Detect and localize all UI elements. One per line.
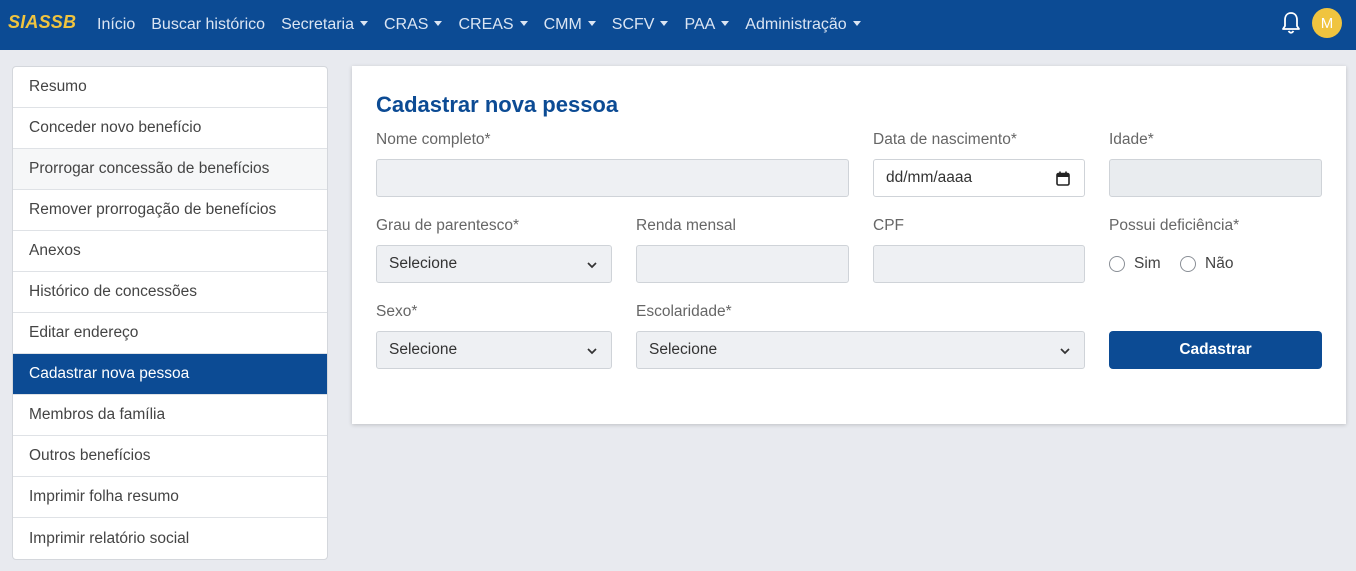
nav-dropdown-creas[interactable]: CREAS — [450, 16, 535, 34]
sidebar-item-imprimir-folha[interactable]: Imprimir folha resumo — [13, 477, 327, 518]
data-nascimento-label: Data de nascimento* — [873, 131, 1017, 148]
chevron-down-icon — [587, 348, 597, 355]
caret-down-icon — [360, 20, 368, 26]
top-navbar: SIASSB Início Buscar histórico Secretari… — [0, 0, 1356, 50]
nav-item-label: Secretaria — [281, 16, 354, 33]
nav-dropdown-paa[interactable]: PAA — [676, 16, 737, 34]
sidebar-item-outros-beneficios[interactable]: Outros benefícios — [13, 436, 327, 477]
bell-icon[interactable] — [1280, 11, 1302, 35]
idade-input — [1109, 159, 1322, 197]
user-avatar[interactable]: M — [1312, 8, 1342, 38]
calendar-icon[interactable] — [1056, 171, 1070, 186]
radio-nao[interactable]: Não — [1180, 255, 1233, 273]
sidebar-item-label: Remover prorrogação de benefícios — [29, 201, 277, 218]
radio-sim-label: Sim — [1134, 255, 1161, 272]
nav-dropdown-scfv[interactable]: SCFV — [604, 16, 677, 34]
caret-down-icon — [660, 20, 669, 26]
radio-sim[interactable]: Sim — [1109, 255, 1161, 273]
sidebar-item-label: Resumo — [29, 78, 87, 95]
deficiencia-label: Possui deficiência* — [1109, 217, 1240, 234]
sidebar-item-editar-endereco[interactable]: Editar endereço — [13, 313, 327, 354]
select-value: Selecione — [649, 341, 718, 358]
page-title: Cadastrar nova pessoa — [376, 92, 619, 117]
sidebar-item-label: Imprimir relatório social — [29, 529, 190, 547]
chevron-down-icon — [587, 262, 597, 269]
escolaridade-label: Escolaridade* — [636, 303, 732, 320]
renda-mensal-input[interactable] — [636, 245, 849, 283]
sidebar-item-anexos[interactable]: Anexos — [13, 231, 327, 272]
nav-item-label: Administração — [745, 16, 847, 33]
nav-item-inicio[interactable]: Início — [89, 16, 143, 34]
nome-input[interactable] — [376, 159, 849, 197]
idade-label: Idade* — [1109, 131, 1154, 148]
nav-menu: Início Buscar histórico Secretaria CRAS … — [89, 0, 869, 50]
sidebar-item-label: Anexos — [29, 242, 81, 259]
nav-item-label: CMM — [543, 16, 582, 33]
data-nascimento-input[interactable]: dd/mm/aaaa — [873, 159, 1085, 197]
nav-item-label: PAA — [684, 16, 716, 33]
renda-mensal-label: Renda mensal — [636, 217, 736, 234]
sidebar-item-remover-prorrogacao[interactable]: Remover prorrogação de benefícios — [13, 190, 327, 231]
radio-circle[interactable] — [1180, 256, 1196, 272]
cadastrar-button[interactable]: Cadastrar — [1109, 331, 1322, 369]
caret-down-icon — [519, 20, 528, 26]
date-placeholder: dd/mm/aaaa — [886, 169, 973, 186]
nome-label: Nome completo* — [376, 131, 491, 148]
sidebar-item-historico-concessoes[interactable]: Histórico de concessões — [13, 272, 327, 313]
sidebar-item-label: Prorrogar concessão de benefícios — [29, 160, 270, 177]
escolaridade-select[interactable]: Selecione — [636, 331, 1085, 369]
caret-down-icon — [721, 20, 730, 26]
sidebar-item-membros-familia[interactable]: Membros da família — [13, 395, 327, 436]
chevron-down-icon — [1060, 348, 1070, 355]
sidebar-item-label: Editar endereço — [29, 324, 139, 341]
sidebar-menu: Resumo Conceder novo benefício Prorrogar… — [12, 66, 328, 560]
brand-logo[interactable]: SIASSB — [8, 12, 76, 33]
nav-dropdown-cras[interactable]: CRAS — [376, 16, 450, 34]
cpf-label: CPF — [873, 217, 904, 234]
sidebar-item-label: Imprimir folha resumo — [29, 488, 179, 505]
sexo-select[interactable]: Selecione — [376, 331, 612, 369]
grau-parentesco-label: Grau de parentesco* — [376, 217, 520, 234]
nav-item-label: Início — [97, 16, 136, 33]
sexo-label: Sexo* — [376, 303, 418, 320]
radio-circle[interactable] — [1109, 256, 1125, 272]
nav-item-label: SCFV — [611, 16, 655, 33]
sidebar-item-prorrogar-concessao[interactable]: Prorrogar concessão de benefícios — [13, 149, 327, 190]
select-value: Selecione — [389, 255, 458, 272]
nav-item-label: Buscar histórico — [151, 16, 266, 33]
grau-parentesco-select[interactable]: Selecione — [376, 245, 612, 283]
select-value: Selecione — [389, 341, 458, 358]
caret-down-icon — [587, 20, 596, 26]
nav-item-buscar-historico[interactable]: Buscar histórico — [143, 16, 273, 34]
radio-nao-label: Não — [1205, 255, 1234, 272]
sidebar-item-label: Outros benefícios — [29, 447, 151, 464]
nav-dropdown-secretaria[interactable]: Secretaria — [273, 16, 376, 34]
form-card: Cadastrar nova pessoa Nome completo* Dat… — [352, 66, 1346, 424]
sidebar-item-conceder-beneficio[interactable]: Conceder novo benefício — [13, 108, 327, 149]
nav-item-label: CREAS — [458, 16, 514, 33]
nav-dropdown-cmm[interactable]: CMM — [536, 16, 604, 34]
sidebar-item-label: Conceder novo benefício — [29, 119, 202, 136]
sidebar-item-label: Cadastrar nova pessoa — [29, 365, 190, 382]
nav-item-label: CRAS — [384, 16, 429, 33]
cpf-input[interactable] — [873, 245, 1085, 283]
caret-down-icon — [434, 20, 443, 26]
sidebar-item-label: Histórico de concessões — [29, 283, 197, 300]
sidebar-item-resumo[interactable]: Resumo — [13, 67, 327, 108]
sidebar-item-label: Membros da família — [29, 406, 166, 423]
caret-down-icon — [852, 20, 861, 26]
sidebar-item-imprimir-relatorio[interactable]: Imprimir relatório social — [13, 518, 327, 559]
sidebar-item-cadastrar-pessoa[interactable]: Cadastrar nova pessoa — [13, 354, 327, 395]
nav-dropdown-administracao[interactable]: Administração — [737, 16, 868, 34]
